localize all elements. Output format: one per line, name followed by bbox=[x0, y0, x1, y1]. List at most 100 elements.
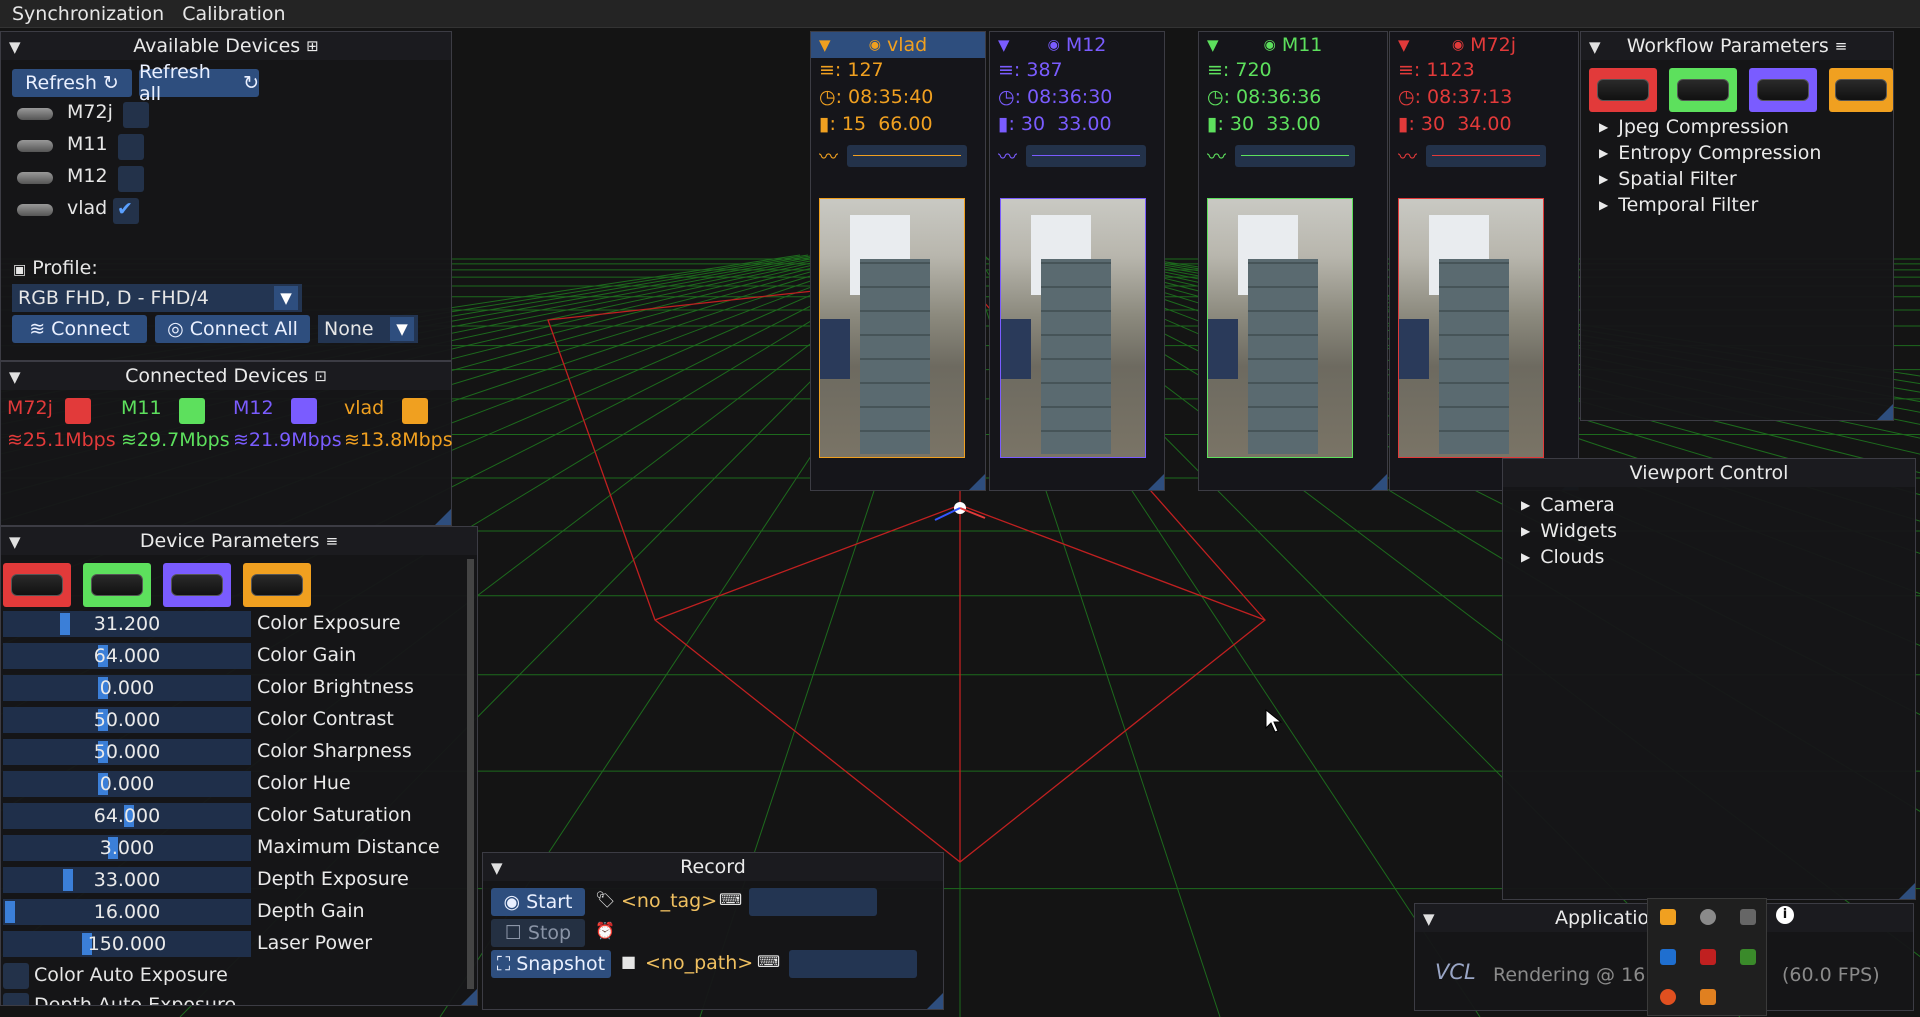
tree-entropy-compression[interactable]: Entropy Compression bbox=[1599, 142, 1821, 164]
tray-outlook-icon[interactable] bbox=[1660, 949, 1676, 965]
collapse-icon[interactable]: ▼ bbox=[9, 533, 21, 551]
profile-select[interactable]: RGB FHD, D - FHD/4 ▼ bbox=[12, 284, 302, 312]
tray-cloud-icon[interactable] bbox=[1740, 909, 1756, 925]
workflow-device-orange[interactable] bbox=[1829, 68, 1893, 112]
camera-feed-title[interactable]: ▼ ◉ M11 bbox=[1199, 32, 1387, 58]
collapse-icon[interactable]: ▼ bbox=[9, 38, 21, 56]
resize-handle[interactable] bbox=[969, 474, 985, 490]
refresh-all-button[interactable]: Refresh all ↻ bbox=[139, 61, 259, 105]
param-slider[interactable]: 33.000 bbox=[3, 867, 251, 893]
device-select-green[interactable] bbox=[83, 563, 151, 607]
viewport-control-title[interactable]: Viewport Control bbox=[1503, 459, 1915, 487]
wifi-icon: ≋ bbox=[121, 429, 137, 451]
device-select-red[interactable] bbox=[3, 563, 71, 607]
device-checkbox-m72j[interactable] bbox=[123, 102, 149, 128]
camera-feed-title[interactable]: ▼ ◉ M12 bbox=[990, 32, 1164, 58]
resize-handle[interactable] bbox=[1148, 474, 1164, 490]
device-select-purple[interactable] bbox=[163, 563, 231, 607]
workflow-device-green[interactable] bbox=[1669, 68, 1737, 112]
collapse-icon[interactable]: ▼ bbox=[1207, 36, 1219, 54]
collapse-icon[interactable]: ▼ bbox=[491, 859, 503, 877]
connected-device-name[interactable]: M72j bbox=[7, 397, 53, 419]
collapse-icon[interactable]: ▼ bbox=[1589, 38, 1601, 56]
tray-app-icon[interactable] bbox=[1700, 989, 1716, 1005]
resize-handle[interactable] bbox=[461, 989, 477, 1005]
color-auto-exposure-checkbox[interactable] bbox=[3, 963, 29, 989]
collapse-icon[interactable]: ▼ bbox=[1423, 910, 1435, 928]
available-devices-title[interactable]: ▼ Available Devices ⊞ bbox=[1, 32, 451, 60]
workflow-device-purple[interactable] bbox=[1749, 68, 1817, 112]
slider-grab[interactable] bbox=[5, 901, 15, 923]
snapshot-button[interactable]: ⛶ Snapshot bbox=[491, 950, 611, 978]
record-stop-button[interactable]: ☐ Stop bbox=[491, 919, 585, 947]
record-path-input[interactable] bbox=[789, 950, 917, 978]
resize-handle[interactable] bbox=[1371, 474, 1387, 490]
device-checkbox-vlad[interactable] bbox=[113, 198, 139, 224]
connected-device-color[interactable] bbox=[179, 398, 205, 424]
connected-device-name[interactable]: vlad bbox=[344, 397, 384, 419]
param-slider[interactable]: 3.000 bbox=[3, 835, 251, 861]
menu-calibration[interactable]: Calibration bbox=[182, 3, 285, 25]
tray-acrobat-icon[interactable] bbox=[1700, 949, 1716, 965]
param-slider[interactable]: 50.000 bbox=[3, 707, 251, 733]
param-slider[interactable]: 31.200 bbox=[3, 611, 251, 637]
menu-synchronization[interactable]: Synchronization bbox=[12, 3, 164, 25]
record-title[interactable]: ▼ Record bbox=[483, 853, 943, 881]
param-slider[interactable]: 50.000 bbox=[3, 739, 251, 765]
resize-handle[interactable] bbox=[435, 509, 451, 525]
record-tag-input[interactable] bbox=[749, 888, 877, 916]
param-slider[interactable]: 0.000 bbox=[3, 771, 251, 797]
resize-handle[interactable] bbox=[1899, 883, 1915, 899]
collapse-icon[interactable]: ▼ bbox=[1398, 36, 1410, 54]
tree-jpeg-compression[interactable]: Jpeg Compression bbox=[1599, 116, 1789, 138]
tray-nvidia-icon[interactable] bbox=[1740, 949, 1756, 965]
collapse-icon[interactable]: ▼ bbox=[998, 36, 1010, 54]
collapse-icon[interactable]: ▼ bbox=[9, 368, 21, 386]
device-camera-icon bbox=[17, 204, 53, 216]
tree-clouds[interactable]: Clouds bbox=[1521, 546, 1604, 568]
tray-app-icon[interactable] bbox=[1700, 909, 1716, 925]
depth-auto-exposure-checkbox[interactable] bbox=[3, 993, 29, 1005]
camera-feed-title[interactable]: ▼ ◉ M72j bbox=[1390, 32, 1578, 58]
scrollbar[interactable] bbox=[467, 559, 474, 989]
tray-app-icon[interactable] bbox=[1660, 909, 1676, 925]
system-tray-popup bbox=[1647, 898, 1767, 1016]
slider-grab[interactable] bbox=[63, 869, 73, 891]
connect-button[interactable]: ≋ Connect bbox=[12, 315, 147, 343]
collapse-icon[interactable]: ▼ bbox=[819, 36, 831, 54]
device-parameters-title[interactable]: ▼ Device Parameters ≡ bbox=[1, 527, 477, 555]
workflow-parameters-title[interactable]: ▼ Workflow Parameters ≡ bbox=[1581, 32, 1893, 60]
workflow-device-red[interactable] bbox=[1589, 68, 1657, 112]
connected-device-color[interactable] bbox=[402, 398, 428, 424]
resize-handle[interactable] bbox=[927, 993, 943, 1009]
tree-temporal-filter[interactable]: Temporal Filter bbox=[1599, 194, 1758, 216]
camera-feed-title[interactable]: ▼ ◉ vlad bbox=[811, 32, 985, 58]
device-checkbox-m11[interactable] bbox=[118, 134, 144, 160]
connected-device-name[interactable]: M11 bbox=[121, 397, 162, 419]
param-slider[interactable]: 64.000 bbox=[3, 643, 251, 669]
viewport-control-title-text: Viewport Control bbox=[1629, 462, 1789, 484]
connect-all-button[interactable]: ◎ Connect All bbox=[155, 315, 310, 343]
tree-widgets[interactable]: Widgets bbox=[1521, 520, 1617, 542]
record-title-text: Record bbox=[680, 856, 746, 878]
refresh-button[interactable]: Refresh ↻ bbox=[12, 69, 132, 97]
param-slider[interactable]: 64.000 bbox=[3, 803, 251, 829]
connected-device-name[interactable]: M12 bbox=[233, 397, 274, 419]
tray-chrome-icon[interactable] bbox=[1660, 989, 1676, 1005]
param-slider[interactable]: 16.000 bbox=[3, 899, 251, 925]
connected-device-color[interactable] bbox=[65, 398, 91, 424]
device-select-orange[interactable] bbox=[243, 563, 311, 607]
tree-camera[interactable]: Camera bbox=[1521, 494, 1615, 516]
record-start-button[interactable]: ◉ Start bbox=[491, 888, 585, 916]
connected-device-color[interactable] bbox=[291, 398, 317, 424]
slider-grab[interactable] bbox=[60, 613, 70, 635]
resize-handle[interactable] bbox=[1877, 404, 1893, 420]
chart-icon: 〰 bbox=[998, 146, 1018, 168]
connected-devices-title[interactable]: ▼ Connected Devices ⊡ bbox=[1, 362, 451, 390]
none-select[interactable]: None ▼ bbox=[318, 315, 418, 343]
param-slider[interactable]: 150.000 bbox=[3, 931, 251, 957]
info-icon[interactable]: i bbox=[1776, 906, 1794, 924]
param-slider[interactable]: 0.000 bbox=[3, 675, 251, 701]
device-checkbox-m12[interactable] bbox=[118, 166, 144, 192]
tree-spatial-filter[interactable]: Spatial Filter bbox=[1599, 168, 1737, 190]
